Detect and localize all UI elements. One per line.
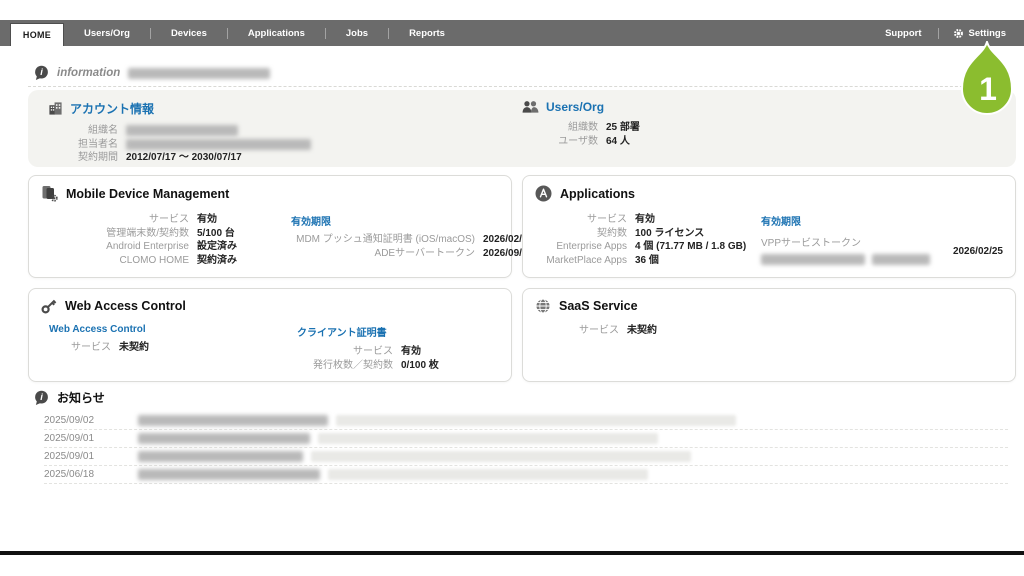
- tab-home[interactable]: HOME: [10, 23, 64, 46]
- notice-item[interactable]: 2025/09/01: [44, 448, 1008, 466]
- clomo-home-page: HOME Users/Org Devices Applications Jobs…: [0, 0, 1024, 576]
- tab-home-label: HOME: [22, 30, 52, 40]
- mdm-card: Mobile Device Management サービス 有効 管理端末数/契約…: [28, 175, 533, 278]
- redacted-notice-text: [138, 451, 303, 462]
- footer-bar: [0, 551, 1024, 555]
- tab-devices[interactable]: Devices: [151, 28, 227, 39]
- divider-dashed: [28, 86, 1008, 87]
- top-navigation-bar: HOME Users/Org Devices Applications Jobs…: [0, 20, 1024, 46]
- applications-expiry-link[interactable]: 有効期限: [761, 213, 1003, 228]
- account-row-contract-period: 契約期間 2012/07/17 ～ 2030/07/17: [78, 152, 242, 163]
- building-icon: [48, 101, 63, 116]
- redacted-contact-name: [126, 138, 311, 150]
- redacted-notice-smear: [336, 415, 736, 426]
- account-row-contact-name: 担当者名: [48, 138, 311, 152]
- account-row-org-name: 組織名: [48, 124, 311, 138]
- info-bubble-icon: i: [34, 390, 49, 406]
- notices-list: 2025/09/02 2025/09/01 2025/09/01 2025/06…: [44, 412, 1008, 484]
- nav-tabs: Users/Org Devices Applications Jobs Repo…: [64, 20, 465, 46]
- users-org-row-user-count: ユーザ数 64 人: [558, 135, 630, 147]
- gear-icon: [953, 28, 964, 39]
- mdm-expiry-link[interactable]: 有効期限: [291, 213, 533, 228]
- mdm-device-icon: [41, 185, 58, 202]
- notice-date: 2025/09/01: [44, 433, 95, 444]
- notice-item[interactable]: 2025/09/02: [44, 412, 1008, 430]
- applications-status-grid: サービス 有効 契約数 100 ライセンス Enterprise Apps 4 個 (…: [546, 214, 747, 266]
- redacted-notice-text: [138, 415, 328, 426]
- settings-label: Settings: [968, 27, 1006, 39]
- web-access-control-card-title: Web Access Control: [65, 299, 186, 313]
- notice-date: 2025/09/02: [44, 415, 95, 426]
- saas-status-grid: サービス 未契約: [579, 325, 657, 336]
- redacted-vpp-token: [872, 254, 930, 265]
- tab-jobs[interactable]: Jobs: [326, 28, 388, 39]
- support-button[interactable]: Support: [869, 28, 937, 39]
- information-label: information: [57, 67, 121, 79]
- key-icon: [41, 298, 57, 314]
- web-access-control-link[interactable]: Web Access Control: [49, 324, 149, 335]
- step-marker-balloon: 1: [956, 41, 1018, 119]
- redacted-information-text: [128, 67, 271, 79]
- account-summary-panel: アカウント情報 組織名 担当者名 契約期間 2012/07/17 ～ 2030/…: [28, 90, 1016, 167]
- users-icon: [522, 100, 539, 114]
- applications-card: Applications サービス 有効 契約数 100 ライセンス Enterpr…: [522, 175, 1016, 278]
- redacted-vpp-token: [761, 254, 865, 265]
- svg-text:i: i: [40, 67, 43, 77]
- client-certificate-link[interactable]: クライアント証明書: [297, 324, 439, 339]
- notice-date: 2025/09/01: [44, 451, 95, 462]
- account-info-section: アカウント情報 組織名 担当者名 契約期間 2012/07/17 ～ 2030/…: [48, 100, 311, 165]
- vpp-expiry-date: 2026/02/25: [952, 246, 1003, 257]
- users-org-link[interactable]: Users/Org: [546, 100, 604, 114]
- notice-date: 2025/06/18: [44, 469, 95, 480]
- tab-reports[interactable]: Reports: [389, 28, 465, 39]
- account-info-link[interactable]: アカウント情報: [70, 100, 154, 117]
- notice-item[interactable]: 2025/06/18: [44, 466, 1008, 484]
- users-org-section: Users/Org 組織数 25 部署 ユーザ数 64 人: [522, 100, 640, 148]
- notice-item[interactable]: 2025/09/01: [44, 430, 1008, 448]
- app-store-icon: [535, 185, 552, 202]
- redacted-notice-smear: [318, 433, 658, 444]
- mdm-card-title: Mobile Device Management: [66, 186, 230, 201]
- redacted-notice-text: [138, 469, 320, 480]
- redacted-notice-text: [138, 433, 310, 444]
- step-marker-number: 1: [979, 71, 997, 107]
- client-certificate-sub: クライアント証明書 サービス 有効 発行枚数／契約数 0/100 枚: [297, 324, 439, 372]
- settings-button[interactable]: Settings: [939, 28, 1012, 39]
- saas-service-card-title: SaaS Service: [559, 299, 638, 313]
- saas-service-card: SaaS Service サービス 未契約: [522, 288, 1016, 382]
- redacted-org-name: [126, 125, 238, 137]
- tab-users-org[interactable]: Users/Org: [64, 28, 150, 39]
- users-org-row-org-count: 組織数 25 部署: [568, 122, 640, 133]
- information-row: i information: [34, 64, 271, 82]
- notices-title: お知らせ: [57, 391, 105, 405]
- redacted-notice-smear: [311, 451, 691, 462]
- redacted-notice-smear: [328, 469, 648, 480]
- applications-expiry-grid: 有効期限 VPPサービストークン 2026/02/25: [761, 213, 1003, 265]
- applications-card-title: Applications: [560, 186, 636, 201]
- tab-applications[interactable]: Applications: [228, 28, 325, 39]
- web-access-control-sub: Web Access Control サービス 未契約: [49, 324, 149, 353]
- info-bubble-icon: i: [34, 65, 49, 81]
- web-access-control-card: Web Access Control Web Access Control サー…: [28, 288, 512, 382]
- notices-section-header: i お知らせ: [34, 389, 105, 406]
- svg-text:i: i: [40, 392, 43, 402]
- globe-icon: [535, 298, 551, 314]
- mdm-expiry-grid: 有効期限 MDM プッシュ通知証明書 (iOS/macOS) 2026/02/25…: [291, 213, 533, 260]
- mdm-status-grid: サービス 有効 管理端末数/契約数 5/100 台 Android Enterpri…: [106, 214, 237, 266]
